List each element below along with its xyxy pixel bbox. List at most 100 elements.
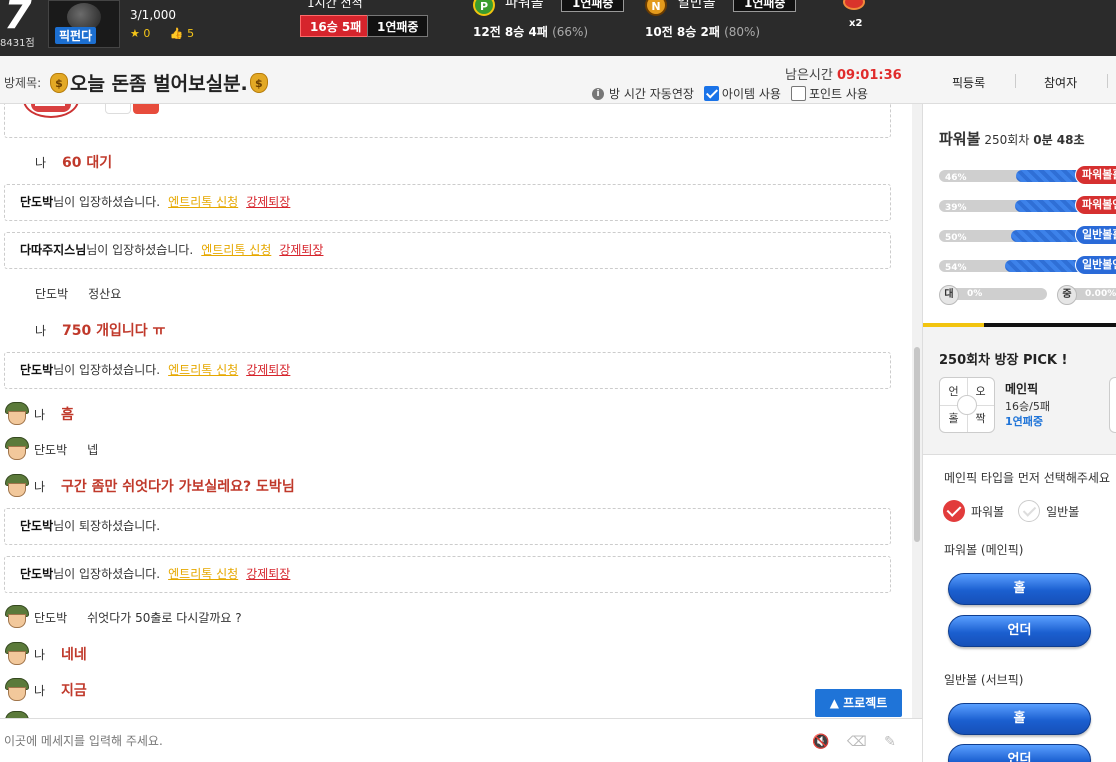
bar-tag: 파워볼홀 <box>1075 165 1116 185</box>
chat-input-bar: 🔇 ⌫ ✎ <box>0 718 922 762</box>
chat-message: 나 흠 <box>0 401 74 427</box>
system-message: 단도박님이 입장하셨습니다. 엔트리톡 신청 강제퇴장 <box>4 184 891 221</box>
normalball-icon: N <box>645 0 667 16</box>
room-options: i 방 시간 자동연장 아이템 사용 포인트 사용 <box>592 85 868 102</box>
chat-message: 단도박 쉬엇다가 50출로 다시갈까요 ? <box>0 604 242 630</box>
chat-message: 나 750 개입니다 ㅠ <box>35 323 166 339</box>
powerball-under-button[interactable]: 언더 <box>948 615 1091 647</box>
use-item-checkbox[interactable] <box>703 86 719 101</box>
stat-bar-powerball-odd: 46% 파워볼홀 <box>939 165 1116 185</box>
chat-message: 단도박 정산요 <box>35 286 122 301</box>
eraser-icon[interactable]: ⌫ <box>847 734 867 750</box>
tab-participants[interactable]: 참여자 <box>1044 74 1077 91</box>
host-pick-title: 250회차 방장 PICK ! <box>939 353 1068 368</box>
auto-extend-label: 방 시간 자동연장 <box>609 87 694 101</box>
stat-bar-normal-under: 54% 일반볼언더 <box>939 255 1116 275</box>
system-message: 단도박님이 퇴장하셨습니다. <box>4 508 891 545</box>
rank-number: 7 <box>4 0 32 38</box>
rank-score: 8431점 <box>0 38 35 49</box>
chat-input[interactable] <box>4 729 784 753</box>
multiplier-label: x2 <box>849 18 863 29</box>
user-stats: ★ 0 👍 5 <box>130 27 210 40</box>
soldier-avatar-icon <box>4 437 30 461</box>
info-icon: i <box>592 87 604 100</box>
pig-avatar-icon <box>23 104 79 118</box>
size-big-bar: 대 0% <box>939 285 1049 305</box>
chat-partial-box <box>4 104 891 138</box>
use-item-label: 아이템 사용 <box>721 87 781 101</box>
force-exit-link[interactable]: 강제퇴장 <box>246 195 290 209</box>
chat-message: 나 60 대기 <box>35 155 113 171</box>
sub-pick-section-label: 일반볼 (서브픽) <box>944 673 1024 687</box>
user-avatar[interactable]: 픽펀다 <box>48 0 120 48</box>
multiplier-icon[interactable] <box>843 0 865 10</box>
avatar-nickname: 픽펀다 <box>55 27 97 44</box>
powerball-icon: P <box>473 0 495 16</box>
force-exit-link[interactable]: 강제퇴장 <box>246 567 290 581</box>
system-message: 다따주지스님님이 입장하셨습니다. 엔트리톡 신청 강제퇴장 <box>4 232 891 269</box>
bar-tag: 일반볼언더 <box>1075 255 1116 275</box>
pick-streak: 1연패중 <box>1005 415 1044 428</box>
use-point-label: 포인트 사용 <box>808 87 868 101</box>
entry-apply-link[interactable]: 엔트리톡 신청 <box>201 243 271 257</box>
panel-title: 파워볼 250회차 0분 48초 <box>939 130 1085 148</box>
right-panel: 파워볼250회차 0분 48초 46% 파워볼홀 39% 파워볼언더 50% 일… <box>922 104 1116 762</box>
entry-apply-link[interactable]: 엔트리톡 신청 <box>168 567 238 581</box>
star-icon: ★ 0 <box>130 27 151 40</box>
pick-grid[interactable]: 언 오 홀 짝 <box>939 377 995 433</box>
remaining-time-value: 09:01:36 <box>836 68 902 83</box>
right-tabs: 픽등록 참여자 <box>922 56 1116 104</box>
main-pick-section-label: 파워볼 (메인픽) <box>944 543 1024 557</box>
money-bag-icon: $ <box>249 72 268 93</box>
force-exit-link[interactable]: 강제퇴장 <box>246 363 290 377</box>
pick-type-help: 메인픽 타입을 먼저 선택해주세요 <box>944 471 1111 485</box>
chat-message: 나 지금 <box>0 677 87 703</box>
mute-icon[interactable]: 🔇 <box>812 734 830 750</box>
remaining-time: 남은시간 09:01:36 <box>785 68 902 83</box>
pick-record: 16승/5패 <box>1005 400 1050 413</box>
powerball-title: 파워볼 <box>505 0 544 11</box>
normalball-under-button[interactable]: 언더 <box>948 744 1091 762</box>
powerball-stat: 12전 8승 4패 (66%) <box>473 25 589 39</box>
powerball-odd-button[interactable]: 홀 <box>948 573 1091 605</box>
use-point-checkbox[interactable] <box>790 86 806 101</box>
next-pick-card[interactable] <box>1109 377 1116 433</box>
bar-tag: 일반볼홀 <box>1075 225 1116 245</box>
stat-bar-powerball-under: 39% 파워볼언더 <box>939 195 1116 215</box>
chat-message <box>0 710 30 718</box>
chat-log[interactable]: 나 60 대기 단도박님이 입장하셨습니다. 엔트리톡 신청 강제퇴장 다따주지스님… <box>0 104 912 718</box>
room-title: $ 오늘 돈좀 벌어보실분. $ <box>48 69 270 96</box>
protect-button[interactable]: ▲ 프로젝트 <box>815 689 902 717</box>
tab-pick-register[interactable]: 픽등록 <box>952 74 985 91</box>
system-message: 단도박님이 입장하셨습니다. 엔트리톡 신청 강제퇴장 <box>4 556 891 593</box>
room-title-label: 방제목: <box>4 76 42 90</box>
recent-record-label: 1시간 전적 <box>307 0 363 10</box>
mini-button[interactable] <box>105 104 131 114</box>
money-bag-icon: $ <box>50 72 68 93</box>
member-count: 3/1,000 <box>130 8 177 22</box>
entry-apply-link[interactable]: 엔트리톡 신청 <box>168 195 238 209</box>
radio-normalball[interactable] <box>1018 500 1041 522</box>
chat-message: 나 구간 좀만 쉬엇다가 가보실레요? 도박님 <box>0 473 295 499</box>
mini-button[interactable] <box>133 104 159 114</box>
magic-wand-icon[interactable]: ✎ <box>881 734 899 750</box>
win-loss-badge: 16승 5패 <box>300 15 372 37</box>
pick-name: 메인픽 <box>1005 382 1039 396</box>
force-exit-link[interactable]: 강제퇴장 <box>279 243 323 257</box>
thumbs-up-icon: 👍 5 <box>169 27 195 40</box>
chat-message: 단도박 넵 <box>0 436 98 462</box>
chat-message: 나 네네 <box>0 641 87 667</box>
normalball-title: 일반볼 <box>677 0 716 11</box>
entry-apply-link[interactable]: 엔트리톡 신청 <box>168 363 238 377</box>
streak-badge: 1연패중 <box>367 15 429 37</box>
radio-powerball[interactable] <box>943 500 965 522</box>
chat-scrollbar[interactable] <box>912 104 922 718</box>
normalball-streak-badge: 1연패중 <box>733 0 797 12</box>
soldier-avatar-icon <box>4 402 30 426</box>
powerball-streak-badge: 1연패중 <box>561 0 625 12</box>
scroll-thumb[interactable] <box>914 347 920 542</box>
normalball-stat: 10전 8승 2패 (80%) <box>645 25 761 39</box>
soldier-avatar-icon <box>4 642 30 666</box>
bar-tag: 파워볼언더 <box>1075 195 1116 215</box>
normalball-odd-button[interactable]: 홀 <box>948 703 1091 735</box>
